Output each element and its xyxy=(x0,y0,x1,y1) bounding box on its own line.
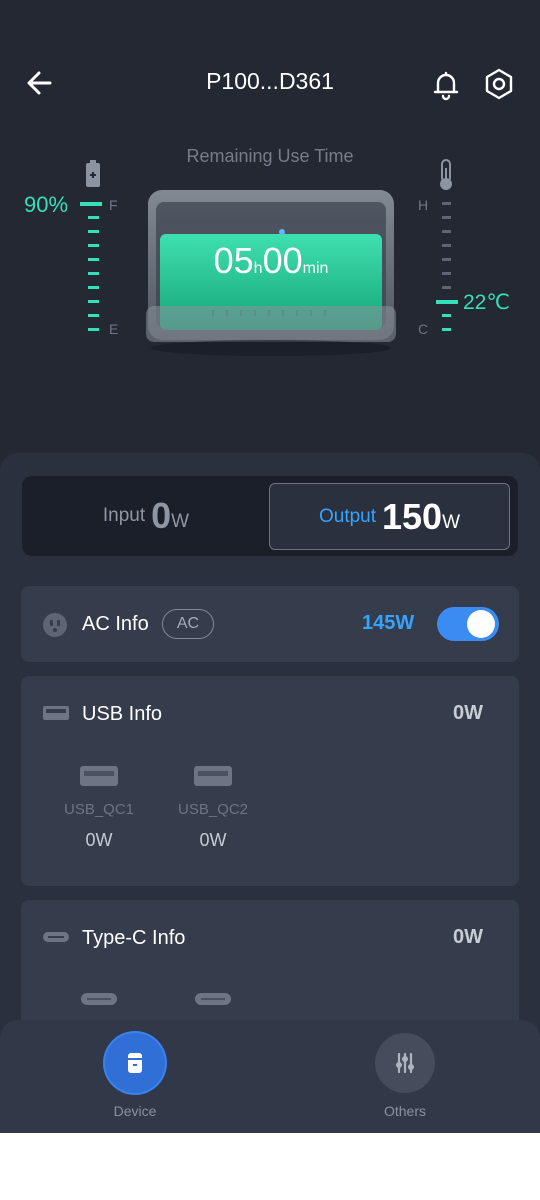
battery-level-gauge xyxy=(80,202,102,331)
temperature-gauge-tick xyxy=(442,216,451,219)
temperature-gauge-tick xyxy=(442,314,451,317)
usb-port-name: USB_QC1 xyxy=(63,801,135,818)
ac-power-toggle[interactable] xyxy=(437,607,499,641)
ac-info-card[interactable]: AC Info AC 145W xyxy=(21,586,519,662)
time-minutes-unit: min xyxy=(302,260,329,277)
usb-port-name: USB_QC2 xyxy=(177,801,249,818)
usb-port-qc2: USB_QC2 0W xyxy=(168,766,258,851)
temp-low-label: C xyxy=(418,321,429,337)
settings-gear-icon[interactable] xyxy=(479,64,519,104)
ac-badge: AC xyxy=(162,609,214,639)
output-value: 150 xyxy=(382,495,443,537)
toggle-knob xyxy=(467,610,495,638)
thermometer-icon xyxy=(440,159,452,190)
nav-device[interactable]: Device xyxy=(75,1033,195,1119)
usb-port-icon xyxy=(194,766,232,786)
typec-info-title: Type-C Info xyxy=(82,927,186,949)
input-unit: W xyxy=(171,511,190,532)
temperature-gauge-tick xyxy=(442,202,451,205)
typec-port-icon xyxy=(195,993,231,1005)
others-nav-button xyxy=(375,1033,435,1093)
app-screen: P100...D361 Remaining Use Time 90% F E H… xyxy=(0,0,540,1133)
gauge-empty-label: E xyxy=(109,321,119,337)
ac-info-title: AC Info xyxy=(82,613,149,635)
time-hours: 05 xyxy=(213,240,254,281)
time-minutes: 00 xyxy=(262,240,303,281)
battery-gauge-tick xyxy=(88,328,99,331)
temperature-gauge-tick xyxy=(442,258,451,261)
battery-gauge-tick xyxy=(88,244,99,247)
device-nav-button xyxy=(105,1033,165,1093)
usb-port-qc1: USB_QC1 0W xyxy=(54,766,144,851)
sliders-icon xyxy=(396,1052,414,1074)
bell-icon[interactable] xyxy=(426,64,466,104)
input-value: 0 xyxy=(151,495,172,536)
usb-info-card[interactable]: USB Info 0W USB_QC1 0W USB_QC2 0W xyxy=(21,676,519,886)
temperature-gauge xyxy=(436,202,458,331)
output-label: Output xyxy=(318,505,377,527)
remaining-use-time-label: Remaining Use Time xyxy=(186,146,354,166)
battery-gauge-tick xyxy=(88,258,99,261)
usb-port-icon xyxy=(43,706,69,720)
usb-info-title: USB Info xyxy=(82,703,163,725)
ac-watt: 145W xyxy=(362,612,415,634)
temperature-gauge-tick xyxy=(442,286,451,289)
output-unit: W xyxy=(442,511,461,533)
battery-gauge-tick xyxy=(80,202,102,206)
temperature-gauge-tick xyxy=(436,300,458,304)
battery-gauge-tick xyxy=(88,272,99,275)
nav-device-label: Device xyxy=(113,1103,157,1119)
usb-total-watt: 0W xyxy=(453,702,483,724)
usb-port-value: 0W xyxy=(199,830,227,850)
usb-port-value: 0W xyxy=(85,830,113,850)
battery-gauge-tick xyxy=(88,300,99,303)
input-label: Input xyxy=(102,505,146,526)
nav-others[interactable]: Others xyxy=(345,1033,465,1119)
temperature-value: 22℃ xyxy=(463,291,510,314)
device-icon xyxy=(128,1053,142,1073)
temp-high-label: H xyxy=(418,197,429,213)
typec-port-icon xyxy=(43,932,69,942)
ac-outlet-icon xyxy=(43,613,67,637)
typec-total-watt: 0W xyxy=(453,926,483,948)
temperature-gauge-tick xyxy=(442,272,451,275)
battery-icon xyxy=(86,160,100,187)
temperature-gauge-tick xyxy=(442,230,451,233)
typec-port-icon xyxy=(81,993,117,1005)
bottom-navigation: Device Others xyxy=(0,1020,540,1133)
battery-gauge-tick xyxy=(88,216,99,219)
gauge-full-label: F xyxy=(109,197,118,213)
battery-gauge-tick xyxy=(88,230,99,233)
time-hours-unit: h xyxy=(253,260,263,277)
output-tab[interactable]: Output 150 W xyxy=(269,483,510,550)
nav-others-label: Others xyxy=(383,1103,426,1119)
battery-percent: 90% xyxy=(24,192,69,217)
temperature-gauge-tick xyxy=(442,244,451,247)
battery-gauge-tick xyxy=(88,286,99,289)
usb-port-icon xyxy=(80,766,118,786)
temperature-gauge-tick xyxy=(442,328,451,331)
battery-gauge-tick xyxy=(88,314,99,317)
remaining-time-display: 05h00min xyxy=(160,240,382,282)
input-tab[interactable]: Input 0 W xyxy=(22,476,270,556)
